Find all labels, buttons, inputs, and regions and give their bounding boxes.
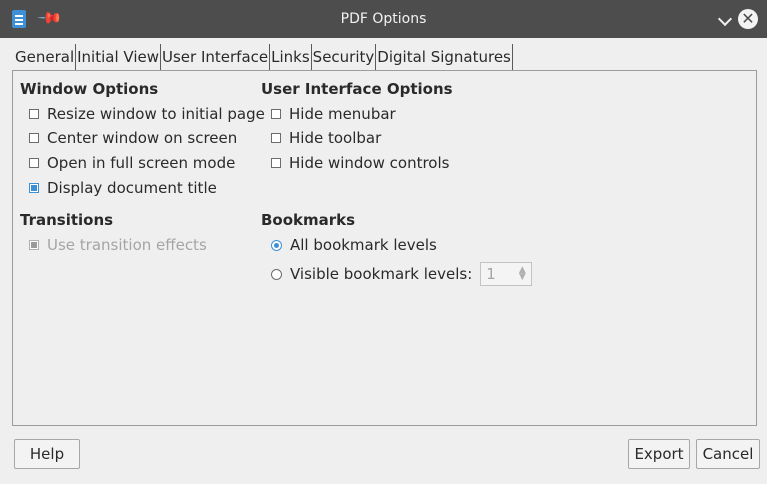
checkbox-icon — [29, 158, 39, 168]
hide-window-controls-label: Hide window controls — [289, 154, 450, 172]
help-button[interactable]: Help — [14, 439, 80, 469]
resize-window-checkbox[interactable]: Resize window to initial page — [29, 105, 265, 123]
window-title: PDF Options — [340, 11, 427, 27]
all-bookmark-levels-label: All bookmark levels — [290, 236, 437, 254]
bookmark-levels-spinbox[interactable]: 1 ▲ ▼ — [480, 262, 533, 286]
tab-digital-signatures[interactable]: Digital Signatures — [376, 44, 513, 70]
full-screen-label: Open in full screen mode — [47, 154, 236, 172]
hide-toolbar-checkbox[interactable]: Hide toolbar — [271, 129, 381, 147]
hide-toolbar-label: Hide toolbar — [289, 129, 382, 147]
radio-icon — [271, 268, 282, 280]
all-bookmark-levels-radio[interactable]: All bookmark levels — [271, 236, 437, 254]
bookmark-levels-value: 1 — [486, 265, 496, 283]
transition-effects-label: Use transition effects — [47, 236, 207, 254]
display-title-label: Display document title — [47, 179, 217, 197]
visible-bookmark-levels-label: Visible bookmark levels: — [290, 265, 473, 283]
transitions-heading: Transitions — [20, 211, 114, 229]
center-window-label: Center window on screen — [47, 129, 238, 147]
checkbox-icon — [29, 109, 39, 119]
hide-menubar-label: Hide menubar — [289, 105, 396, 123]
cancel-button[interactable]: Cancel — [696, 439, 760, 469]
checkbox-checked-icon — [29, 240, 39, 250]
tab-links[interactable]: Links — [270, 44, 312, 70]
resize-window-label: Resize window to initial page — [47, 105, 265, 123]
export-button[interactable]: Export — [628, 439, 690, 469]
tab-security[interactable]: Security — [312, 44, 377, 70]
full-screen-checkbox[interactable]: Open in full screen mode — [29, 154, 235, 172]
window-options-heading: Window Options — [20, 80, 159, 98]
hide-menubar-checkbox[interactable]: Hide menubar — [271, 105, 396, 123]
title-bar: 📌 PDF Options ✕ — [0, 0, 767, 38]
tab-initial-view[interactable]: Initial View — [76, 44, 161, 70]
close-icon[interactable]: ✕ — [738, 9, 758, 29]
checkbox-checked-icon — [29, 183, 39, 193]
spin-arrows-icon[interactable]: ▲ ▼ — [518, 266, 526, 282]
radio-selected-icon — [271, 239, 282, 251]
display-title-checkbox[interactable]: Display document title — [29, 179, 217, 197]
user-interface-panel: Window Options Resize window to initial … — [12, 70, 757, 426]
tab-bar: General Initial View User Interface Link… — [14, 44, 513, 70]
center-window-checkbox[interactable]: Center window on screen — [29, 129, 237, 147]
transition-effects-checkbox[interactable]: Use transition effects — [29, 236, 207, 254]
checkbox-icon — [29, 133, 39, 143]
visible-bookmark-levels-radio[interactable]: Visible bookmark levels: 1 ▲ ▼ — [271, 262, 533, 286]
checkbox-icon — [271, 133, 281, 143]
tab-general[interactable]: General — [14, 44, 77, 70]
bookmarks-heading: Bookmarks — [261, 211, 356, 229]
checkbox-icon — [271, 109, 281, 119]
hide-window-controls-checkbox[interactable]: Hide window controls — [271, 154, 449, 172]
checkbox-icon — [271, 158, 281, 168]
tab-user-interface[interactable]: User Interface — [161, 44, 271, 70]
ui-options-heading: User Interface Options — [261, 80, 453, 98]
